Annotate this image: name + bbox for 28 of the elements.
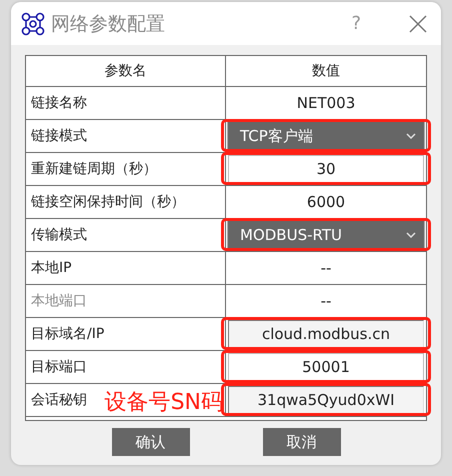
parameter-label: 链接空闲保持时间（秒） (26, 186, 226, 218)
caret-icon (406, 232, 416, 238)
input-field[interactable]: 31qwa5Qyud0xWI (228, 386, 424, 414)
parameter-label: 重新建链周期（秒） (26, 153, 226, 185)
input-field[interactable]: 30 (228, 155, 424, 183)
parameter-label: 目标域名/IP (26, 318, 226, 350)
close-button[interactable] (407, 12, 429, 34)
parameter-label: 链接模式 (26, 120, 226, 152)
confirm-button[interactable]: 确认 (112, 428, 190, 456)
window-title: 网络参数配置 (51, 12, 166, 36)
parameter-label: 本地IP (26, 252, 226, 284)
input-field[interactable]: 50001 (228, 353, 424, 381)
parameter-label: 链接名称 (26, 87, 226, 119)
network-nodes-icon (21, 12, 45, 36)
table-cell-text: 6000 (306, 192, 346, 213)
column-header: 数值 (311, 62, 341, 81)
table-cell-text: -- (320, 291, 332, 312)
dropdown[interactable]: MODBUS-RTU (227, 220, 425, 250)
parameter-label: 目标端口 (26, 351, 226, 383)
table-cell-text: NET003 (296, 93, 356, 114)
caret-icon (406, 133, 416, 139)
parameter-label: 本地端口 (26, 285, 226, 317)
input-field[interactable]: cloud.modbus.cn (228, 320, 424, 348)
table-cell-text: -- (320, 258, 332, 279)
parameter-label: 传输模式 (26, 219, 226, 251)
dropdown[interactable]: TCP客户端 (227, 121, 425, 151)
cancel-button[interactable]: 取消 (262, 428, 340, 456)
column-header: 参数名 (26, 56, 226, 86)
